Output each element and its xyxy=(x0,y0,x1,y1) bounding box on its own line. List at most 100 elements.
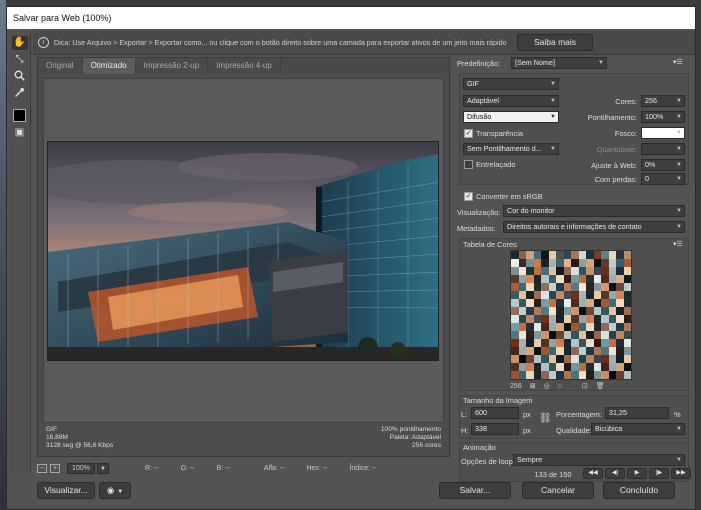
color-swatch[interactable] xyxy=(578,347,586,355)
color-swatch[interactable] xyxy=(533,283,541,291)
color-swatch[interactable] xyxy=(533,355,541,363)
color-swatch[interactable] xyxy=(578,355,586,363)
color-swatch[interactable] xyxy=(601,363,609,371)
color-swatch[interactable] xyxy=(616,307,624,315)
color-swatch[interactable] xyxy=(586,307,594,315)
interlaced-checkbox[interactable] xyxy=(464,160,473,169)
zoom-out-button[interactable]: − xyxy=(37,464,47,473)
color-swatch[interactable] xyxy=(616,331,624,339)
color-swatch[interactable] xyxy=(571,371,579,379)
percent-field[interactable]: 31,25 xyxy=(605,407,669,419)
color-swatch[interactable] xyxy=(623,307,631,315)
color-swatch[interactable] xyxy=(608,307,616,315)
color-swatch[interactable] xyxy=(511,307,519,315)
color-swatch[interactable] xyxy=(541,315,549,323)
color-swatch[interactable] xyxy=(511,331,519,339)
color-swatch[interactable] xyxy=(526,283,534,291)
color-swatch[interactable] xyxy=(518,355,526,363)
color-swatch[interactable] xyxy=(601,299,609,307)
color-swatch[interactable] xyxy=(623,371,631,379)
color-swatch[interactable] xyxy=(616,371,624,379)
color-swatch[interactable] xyxy=(601,331,609,339)
color-swatch[interactable] xyxy=(616,275,624,283)
learn-more-button[interactable]: Saiba mais xyxy=(517,34,593,51)
color-swatch[interactable] xyxy=(563,275,571,283)
zoom-dropdown-arrow[interactable]: ▼ xyxy=(97,463,109,474)
color-swatch[interactable] xyxy=(623,355,631,363)
color-swatch[interactable] xyxy=(526,251,534,259)
color-swatch[interactable] xyxy=(533,259,541,267)
color-swatch[interactable] xyxy=(608,347,616,355)
color-swatch[interactable] xyxy=(563,323,571,331)
color-swatch[interactable] xyxy=(518,251,526,259)
color-swatch[interactable] xyxy=(616,315,624,323)
color-swatch[interactable] xyxy=(578,267,586,275)
color-swatch[interactable] xyxy=(526,363,534,371)
color-swatch[interactable] xyxy=(548,259,556,267)
color-swatch[interactable] xyxy=(616,259,624,267)
done-button[interactable]: Concluído xyxy=(603,482,675,499)
color-swatch[interactable] xyxy=(548,339,556,347)
zoom-in-button[interactable]: + xyxy=(50,464,60,473)
color-swatch[interactable] xyxy=(593,339,601,347)
color-swatch[interactable] xyxy=(578,251,586,259)
optimized-image-preview[interactable] xyxy=(47,141,439,361)
color-swatch[interactable] xyxy=(623,323,631,331)
color-swatch[interactable] xyxy=(526,259,534,267)
color-swatch[interactable] xyxy=(511,323,519,331)
color-swatch[interactable] xyxy=(578,323,586,331)
color-swatch[interactable] xyxy=(548,267,556,275)
color-swatch[interactable] xyxy=(623,267,631,275)
color-swatch[interactable] xyxy=(601,267,609,275)
color-swatch[interactable] xyxy=(533,331,541,339)
color-swatch[interactable] xyxy=(556,331,564,339)
color-swatch[interactable] xyxy=(563,267,571,275)
color-swatch[interactable] xyxy=(563,259,571,267)
link-proportions-icon[interactable]: ⛓ xyxy=(539,413,552,424)
color-swatch[interactable] xyxy=(533,307,541,315)
color-swatch[interactable] xyxy=(563,371,571,379)
transparency-dither-dropdown[interactable]: Sem Pontilhamento d... ▼ xyxy=(463,143,559,155)
color-swatch[interactable] xyxy=(541,291,549,299)
color-swatch[interactable] xyxy=(548,363,556,371)
color-swatch[interactable] xyxy=(586,259,594,267)
color-swatch[interactable] xyxy=(593,275,601,283)
web-snap-field[interactable]: 0% ▼ xyxy=(641,159,685,171)
color-swatch[interactable] xyxy=(586,251,594,259)
color-swatch[interactable] xyxy=(511,355,519,363)
color-swatch[interactable] xyxy=(556,315,564,323)
color-swatch[interactable] xyxy=(518,363,526,371)
color-swatch[interactable] xyxy=(541,339,549,347)
color-swatch[interactable] xyxy=(616,283,624,291)
color-swatch[interactable] xyxy=(571,259,579,267)
color-swatch[interactable] xyxy=(556,371,564,379)
preset-dropdown[interactable]: [Sem Nome] ▼ xyxy=(511,57,607,69)
color-swatch[interactable] xyxy=(593,259,601,267)
color-swatch[interactable] xyxy=(548,251,556,259)
color-swatch[interactable] xyxy=(593,307,601,315)
color-swatch[interactable] xyxy=(541,371,549,379)
color-swatch[interactable] xyxy=(608,267,616,275)
color-swatch[interactable] xyxy=(548,331,556,339)
color-swatch[interactable] xyxy=(623,331,631,339)
color-swatch[interactable] xyxy=(608,251,616,259)
color-swatch[interactable] xyxy=(586,339,594,347)
color-swatch[interactable] xyxy=(556,323,564,331)
color-swatch[interactable] xyxy=(518,331,526,339)
dither-algorithm-dropdown[interactable]: Difusão ▼ xyxy=(463,111,559,123)
color-swatch[interactable] xyxy=(556,291,564,299)
amount-field[interactable]: ▼ xyxy=(641,143,685,155)
color-swatch[interactable] xyxy=(541,347,549,355)
color-swatch[interactable] xyxy=(608,315,616,323)
color-swatch[interactable] xyxy=(578,315,586,323)
dither-amount-field[interactable]: 100% ▼ xyxy=(641,111,685,123)
color-swatch[interactable] xyxy=(578,275,586,283)
color-swatch[interactable] xyxy=(526,347,534,355)
color-swatch[interactable] xyxy=(578,307,586,315)
color-swatch[interactable] xyxy=(518,307,526,315)
slice-select-icon[interactable]: ⤡ xyxy=(12,53,28,67)
color-swatch[interactable] xyxy=(601,251,609,259)
color-swatch[interactable] xyxy=(556,339,564,347)
color-swatch[interactable] xyxy=(623,347,631,355)
color-swatch[interactable] xyxy=(563,251,571,259)
